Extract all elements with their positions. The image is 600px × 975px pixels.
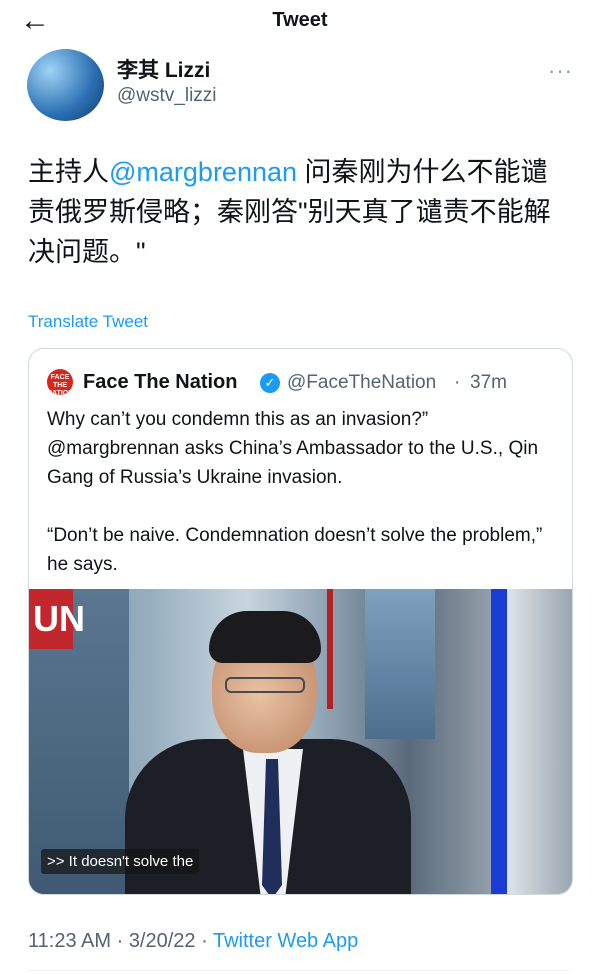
video-thumbnail[interactable]: UN >> It doesn't solve the [29,589,572,894]
top-bar: ← Tweet [0,0,600,44]
studio-logo: UN [29,589,85,649]
quoted-tweet-text: Why can’t you condemn this as an invasio… [47,409,543,575]
translate-tweet-link[interactable]: Translate Tweet [28,312,148,332]
tweet-time[interactable]: 11:23 AM [28,930,111,952]
tweet-source-link[interactable]: Twitter Web App [213,930,358,952]
quoted-tweet-card[interactable]: FACE THE NATION Face The Nation ✓ @FaceT… [28,348,573,895]
glasses [225,677,305,693]
person-hair [209,611,321,663]
tweet-metadata: 11:23 AM · 3/20/22 · Twitter Web App [28,930,358,953]
quoted-timestamp[interactable]: 37m [470,372,507,394]
tweet-date[interactable]: 3/20/22 [129,930,196,952]
divider [28,970,571,971]
separator-dot: · [454,372,461,393]
video-caption: >> It doesn't solve the [41,849,200,874]
mention-link[interactable]: @margbrennan [109,157,297,187]
studio-red-stripe [327,589,333,709]
quoted-author-name[interactable]: Face The Nation [83,371,237,394]
studio-right-wall [507,589,572,894]
separator-dot: · [195,930,213,952]
studio-window [365,589,435,739]
quoted-author-handle[interactable]: @FaceTheNation [287,372,436,394]
page-title: Tweet [272,9,328,31]
author-display-name[interactable]: 李其 Lizzi [117,54,210,84]
more-options-icon[interactable]: ··· [548,58,573,84]
separator-dot: · [111,930,129,952]
author-handle[interactable]: @wstv_lizzi [117,85,217,107]
verified-badge-icon: ✓ [260,373,280,393]
tweet-text: 主持人@margbrennan 问秦刚为什么不能谴责俄罗斯侵略；秦刚答"别天真了… [28,152,573,272]
tweet-text-prefix: 主持人 [28,157,109,187]
studio-blue-bar [491,589,507,894]
avatar[interactable] [27,49,104,121]
face-the-nation-logo-icon: FACE THE NATION [47,369,73,397]
